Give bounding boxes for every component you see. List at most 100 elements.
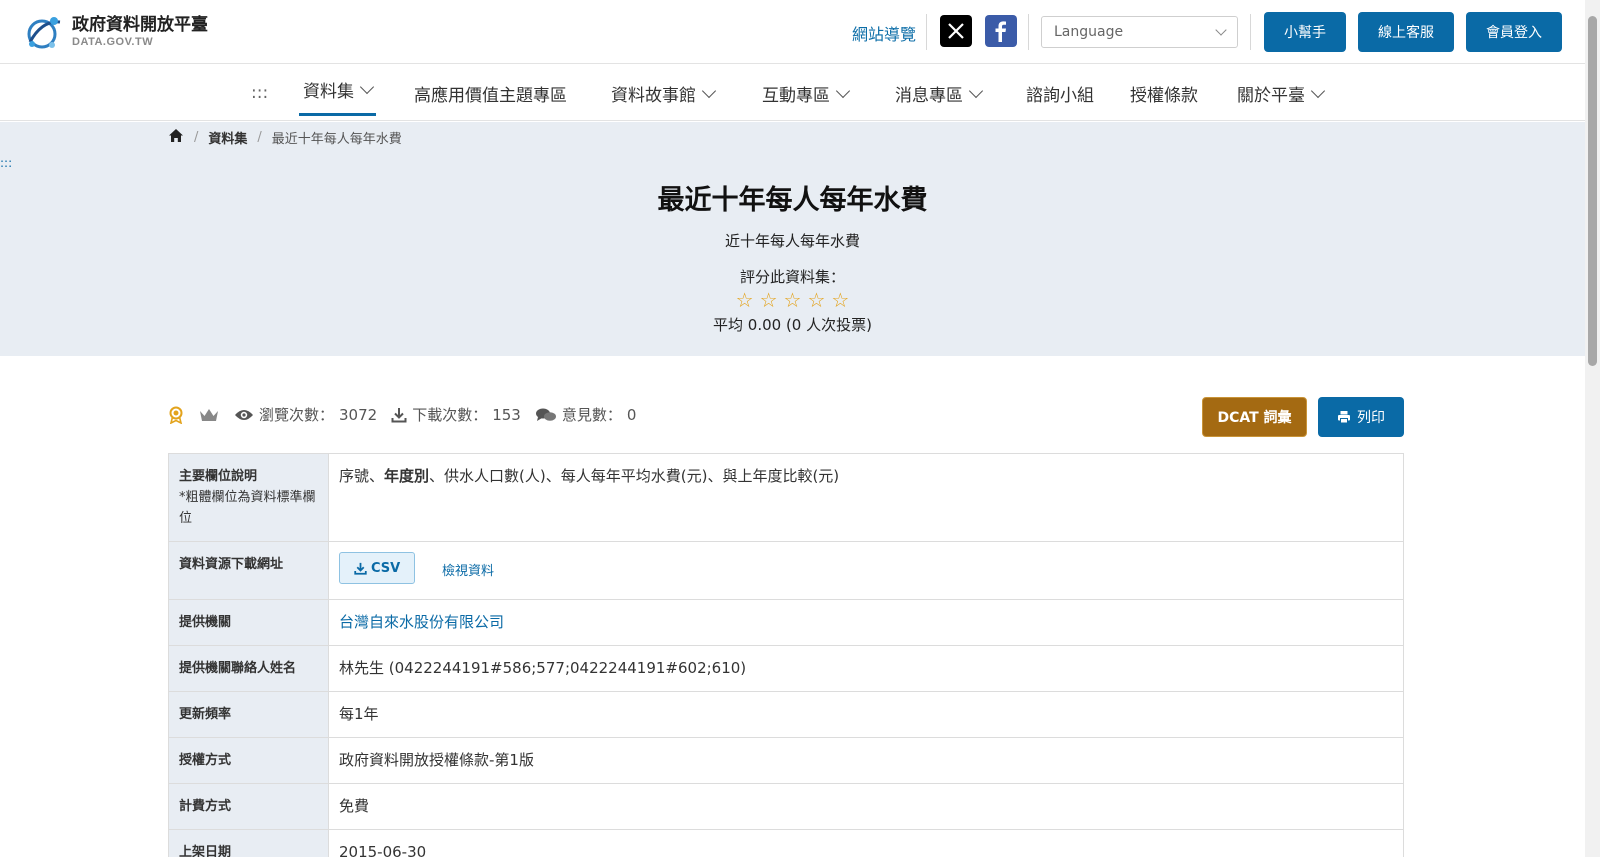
nav-item-datasets[interactable]: 資料集 xyxy=(299,65,376,116)
dataset-stats: 瀏覽次數： 3072 下載次數： 153 意見數： 0 xyxy=(168,404,636,425)
nav-item-label: 互動專區 xyxy=(762,85,830,106)
nav-item-label: 資料故事館 xyxy=(611,85,696,106)
nav-item-label: 諮詢小組 xyxy=(1026,85,1094,106)
chevron-down-icon xyxy=(1310,83,1326,98)
facebook-share-button[interactable] xyxy=(985,15,1017,47)
logo-icon xyxy=(27,17,61,49)
dcat-button[interactable]: DCAT 詞彙 xyxy=(1202,397,1307,437)
chevron-down-icon xyxy=(968,83,984,98)
view-data-link[interactable]: 檢視資料 xyxy=(442,564,494,579)
table-row: 提供機關 台灣自來水股份有限公司 xyxy=(168,599,1404,646)
comments-label: 意見數： xyxy=(561,406,622,424)
nav-item-data-stories[interactable]: 資料故事館 xyxy=(611,65,717,121)
download-icon xyxy=(354,562,367,575)
printer-icon xyxy=(1338,411,1350,424)
page-title: 最近十年每人每年水費 xyxy=(657,185,928,216)
site-logo-link[interactable]: 政府資料開放平臺 DATA.GOV.TW xyxy=(24,12,208,52)
nav-item-label: 消息專區 xyxy=(895,85,963,106)
x-share-button[interactable] xyxy=(940,15,972,47)
fields-part2: 、供水人口數(人)、每人每年平均水費(元)、與上年度比較(元) xyxy=(429,467,840,485)
table-row: 資料資源下載網址 CSV 檢視資料 xyxy=(168,541,1404,600)
comments-icon xyxy=(535,408,556,421)
nav-item-label: 資料集 xyxy=(303,81,354,102)
nav-skip-anchor[interactable]: ::: xyxy=(251,65,268,121)
row-header: 資料資源下載網址 xyxy=(168,541,329,600)
logo-subtitle: DATA.GOV.TW xyxy=(72,36,154,48)
member-login-button[interactable]: 會員登入 xyxy=(1466,12,1562,52)
nav-item-license[interactable]: 授權條款 xyxy=(1130,65,1198,121)
csv-label: CSV xyxy=(371,560,401,576)
main-nav: ::: 資料集 高應用價值主題專區 資料故事館 互動專區 消息專區 諮詢小組 授… xyxy=(0,65,1585,121)
nav-item-label: 高應用價值主題專區 xyxy=(414,85,567,106)
star-icon[interactable]: ☆ xyxy=(807,288,825,312)
dataset-info-table: 主要欄位說明 *粗體欄位為資料標準欄位 序號、年度別、供水人口數(人)、每人每年… xyxy=(168,453,1404,857)
row-header: 更新頻率 xyxy=(168,691,329,738)
chevron-down-icon xyxy=(835,83,851,98)
breadcrumb-separator: / xyxy=(194,130,199,145)
nav-item-high-value[interactable]: 高應用價值主題專區 xyxy=(414,65,567,121)
views-count: 3072 xyxy=(339,405,378,424)
views-stat: 瀏覽次數： 3072 xyxy=(234,404,377,425)
fields-label: 主要欄位說明 xyxy=(179,469,258,484)
fields-part1: 序號、 xyxy=(339,467,385,485)
fee-value: 免費 xyxy=(328,783,1404,830)
star-icon[interactable]: ☆ xyxy=(784,288,802,312)
downloads-count: 153 xyxy=(492,405,521,424)
badge-icon xyxy=(169,406,183,424)
home-link[interactable] xyxy=(168,128,184,147)
nav-item-about[interactable]: 關於平臺 xyxy=(1237,65,1326,121)
scrollbar-thumb[interactable] xyxy=(1588,16,1597,366)
comments-count: 0 xyxy=(626,405,637,424)
chevron-down-icon xyxy=(1215,23,1227,36)
license-value: 政府資料開放授權條款-第1版 xyxy=(328,737,1404,784)
logo-text: 政府資料開放平臺 DATA.GOV.TW xyxy=(72,15,208,49)
downloads-label: 下載次數： xyxy=(412,406,488,424)
nav-item-label: 授權條款 xyxy=(1130,85,1198,106)
table-row: 提供機關聯絡人姓名 林先生 (0422244191#586;577;042224… xyxy=(168,645,1404,692)
download-value: CSV 檢視資料 xyxy=(328,541,1404,600)
row-header: 授權方式 xyxy=(168,737,329,784)
standard-field: 年度別 xyxy=(384,467,430,485)
download-icon xyxy=(391,407,407,422)
print-button[interactable]: 列印 xyxy=(1318,397,1404,437)
helper-button[interactable]: 小幫手 xyxy=(1264,12,1346,52)
table-row: 計費方式 免費 xyxy=(168,783,1404,830)
contact-value: 林先生 (0422244191#586;577;0422244191#602;6… xyxy=(328,645,1404,692)
org-link[interactable]: 台灣自來水股份有限公司 xyxy=(339,613,504,631)
online-service-button[interactable]: 線上客服 xyxy=(1358,12,1454,52)
table-row: 主要欄位說明 *粗體欄位為資料標準欄位 序號、年度別、供水人口數(人)、每人每年… xyxy=(168,453,1404,542)
logo-title: 政府資料開放平臺 xyxy=(72,15,208,35)
publish-date-value: 2015-06-30 xyxy=(328,829,1404,857)
nav-item-news[interactable]: 消息專區 xyxy=(895,65,984,121)
star-icon[interactable]: ☆ xyxy=(831,288,849,312)
fields-note: *粗體欄位為資料標準欄位 xyxy=(179,490,316,526)
fields-value: 序號、年度別、供水人口數(人)、每人每年平均水費(元)、與上年度比較(元) xyxy=(328,453,1404,542)
divider xyxy=(1028,14,1029,50)
rating-stars: ☆ ☆ ☆ ☆ ☆ xyxy=(0,288,1585,312)
language-select[interactable]: Language xyxy=(1041,16,1238,48)
breadcrumb-datasets-link[interactable]: 資料集 xyxy=(208,128,247,147)
table-row: 授權方式 政府資料開放授權條款-第1版 xyxy=(168,737,1404,784)
star-icon[interactable]: ☆ xyxy=(760,288,778,312)
sitemap-link[interactable]: 網站導覽 xyxy=(852,21,916,45)
nav-item-advisory[interactable]: 諮詢小組 xyxy=(1026,65,1094,121)
nav-item-label: 關於平臺 xyxy=(1237,85,1305,106)
views-label: 瀏覽次數： xyxy=(259,406,335,424)
table-row: 更新頻率 每1年 xyxy=(168,691,1404,738)
print-label: 列印 xyxy=(1357,410,1385,426)
comments-stat: 意見數： 0 xyxy=(535,404,637,425)
dataset-hero: / 資料集 / 最近十年每人每年水費 ::: 最近十年每人每年水費 近十年每人每… xyxy=(0,122,1585,356)
nav-item-interactive[interactable]: 互動專區 xyxy=(762,65,851,121)
rating-label: 評分此資料集： xyxy=(739,268,845,286)
facebook-icon xyxy=(995,21,1006,42)
page-subtitle: 近十年每人每年水費 xyxy=(724,232,860,250)
site-header: 政府資料開放平臺 DATA.GOV.TW 網站導覽 Language 小幫手 線… xyxy=(0,0,1585,64)
language-select-value: Language xyxy=(1054,24,1124,40)
breadcrumb-separator: / xyxy=(257,130,262,145)
home-icon xyxy=(169,129,183,142)
row-header: 上架日期 xyxy=(168,829,329,857)
page-scrollbar[interactable] xyxy=(1585,0,1600,857)
content-skip-anchor[interactable]: ::: xyxy=(0,156,12,170)
csv-download-button[interactable]: CSV xyxy=(339,552,416,584)
star-icon[interactable]: ☆ xyxy=(736,288,754,312)
